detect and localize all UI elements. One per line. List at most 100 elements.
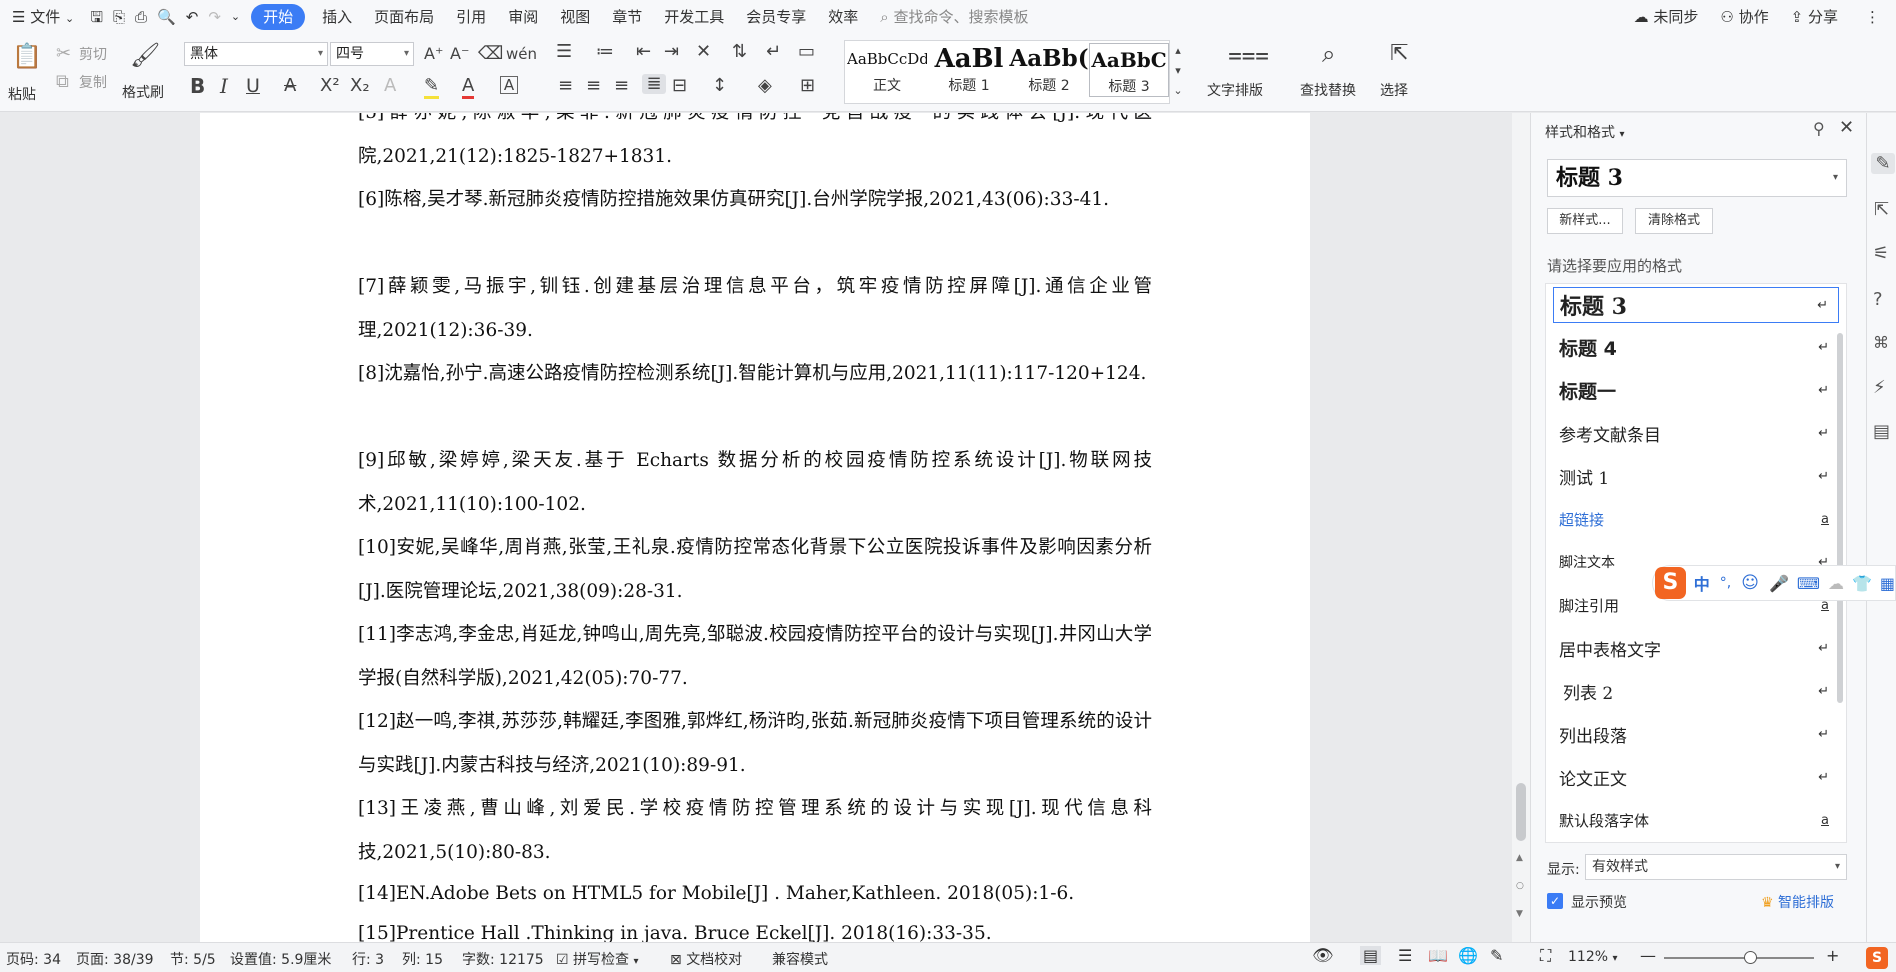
decrease-indent-icon[interactable]: ⇤: [636, 42, 651, 62]
style-item-hyperlink[interactable]: 超链接 a: [1553, 501, 1839, 537]
style-item-thesis-body[interactable]: 论文正文 ↵: [1553, 759, 1839, 795]
format-painter-button[interactable]: 格式刷: [122, 82, 164, 102]
numbered-list-icon[interactable]: ≔: [596, 42, 614, 62]
adjust-icon[interactable]: ⚟: [1873, 243, 1889, 264]
font-name-select[interactable]: 黑体 ▾: [184, 42, 328, 66]
translate-icon[interactable]: ⌘: [1873, 333, 1889, 352]
align-center-icon[interactable]: ≡: [586, 76, 601, 96]
wps-logo-icon[interactable]: S: [1866, 947, 1888, 969]
subscript-icon[interactable]: X₂: [350, 76, 370, 96]
clear-format-button[interactable]: 清除格式: [1635, 208, 1713, 234]
strikethrough-icon[interactable]: A: [284, 76, 296, 96]
save-icon[interactable]: 🖫: [85, 0, 108, 34]
tab-page-layout[interactable]: 页面布局: [363, 0, 445, 34]
voice-icon[interactable]: 🎤: [1769, 574, 1789, 593]
emoji-icon[interactable]: ☺: [1741, 573, 1759, 593]
select-button[interactable]: 选择: [1380, 80, 1408, 100]
read-view-icon[interactable]: 📖: [1428, 946, 1448, 965]
reference-entry[interactable]: [13]王凌燕,曹山峰,刘爱民.学校疫情防控管理系统的设计与实现[J].现代信息…: [358, 787, 1152, 875]
skin-icon[interactable]: ☁: [1828, 574, 1844, 593]
borders-icon[interactable]: ⊞: [800, 76, 815, 96]
bold-icon[interactable]: B: [190, 76, 205, 96]
document-page[interactable]: [5]薛亦妮,陈淑华,梁菲.新冠肺炎疫情防控“党旨战疫”的实践体会[J].现代医…: [200, 113, 1310, 942]
style-heading2[interactable]: AaBb( 标题 2: [1009, 43, 1089, 97]
find-replace-icon[interactable]: ⌕: [1322, 40, 1335, 68]
tab-efficiency[interactable]: 效率: [817, 0, 869, 34]
pin-icon[interactable]: ⚲: [1813, 119, 1825, 138]
style-item-heading3[interactable]: 标题 3 ↵: [1553, 287, 1839, 323]
ime-mode[interactable]: 中: [1694, 571, 1710, 595]
outline-view-icon[interactable]: ☰: [1398, 946, 1412, 965]
zoom-slider[interactable]: [1664, 951, 1814, 964]
page-view-icon[interactable]: ▤: [1360, 946, 1382, 965]
tab-developer[interactable]: 开发工具: [653, 0, 735, 34]
vertical-scrollbar[interactable]: ▲ ○ ▼: [1512, 113, 1530, 942]
tab-insert[interactable]: 插入: [311, 0, 363, 34]
doc-proof-button[interactable]: ⊠ 文档校对: [670, 949, 742, 969]
copy-icon[interactable]: ⧉: [56, 72, 69, 92]
font-color-icon[interactable]: A: [462, 76, 475, 99]
style-item-heading4[interactable]: 标题 4 ↵: [1553, 329, 1839, 365]
reference-entry[interactable]: [5]薛亦妮,陈淑华,梁菲.新冠肺炎疫情防控“党旨战疫”的实践体会[J].现代医…: [358, 113, 1152, 179]
more-icon[interactable]: ⋮: [1849, 0, 1896, 34]
status-line[interactable]: 行: 3: [352, 949, 384, 969]
next-page-icon[interactable]: ▼: [1516, 909, 1523, 919]
distribute-icon[interactable]: ⊟: [672, 76, 687, 96]
bullet-list-icon[interactable]: ☰: [556, 42, 572, 62]
collab-button[interactable]: ⚇ 协作: [1709, 0, 1779, 34]
zoom-slider-handle[interactable]: [1744, 951, 1757, 964]
table-lines-icon[interactable]: ▭: [798, 42, 815, 62]
customize-icon[interactable]: ⌄: [226, 0, 245, 34]
format-painter-icon[interactable]: 🖌: [130, 40, 160, 70]
command-search[interactable]: ⌕ 查找命令、搜索模板: [869, 0, 1039, 34]
reference-entry[interactable]: [7]薛颖雯,马振宇,钏钰.创建基层治理信息平台，筑牢疫情防控屏障[J].通信企…: [358, 265, 1152, 353]
spell-check-button[interactable]: ☑ 拼写检查 ▾: [556, 949, 639, 969]
superscript-icon[interactable]: X²: [320, 76, 340, 96]
reading-icon[interactable]: ▤: [1873, 421, 1890, 442]
style-item-centered-table[interactable]: 居中表格文字 ↵: [1553, 630, 1839, 666]
phonetic-icon[interactable]: wén: [506, 44, 537, 64]
tab-view[interactable]: 视图: [549, 0, 601, 34]
select-icon[interactable]: ⇱: [1390, 40, 1408, 68]
tab-chapter[interactable]: 章节: [601, 0, 653, 34]
redo-icon[interactable]: ↷: [203, 0, 226, 34]
reference-entry[interactable]: [8]沈嘉怡,孙宁.高速公路疫情防控检测系统[J].智能计算机与应用,2021,…: [358, 352, 1152, 396]
panel-title[interactable]: 样式和格式 ▾: [1545, 122, 1624, 142]
status-page[interactable]: 页面: 38/39: [76, 949, 154, 969]
status-page-code[interactable]: 页码: 34: [6, 949, 61, 969]
sort-icon[interactable]: ⇅: [732, 42, 747, 62]
help-icon[interactable]: ?: [1873, 289, 1883, 310]
sync-status[interactable]: ☁ 未同步: [1623, 0, 1710, 34]
punctuation-icon[interactable]: °,: [1720, 575, 1731, 591]
grid-menu-icon[interactable]: ▦: [1880, 574, 1895, 593]
zoom-level[interactable]: 112% ▾: [1568, 949, 1618, 965]
justify-icon[interactable]: ≣: [642, 74, 666, 94]
line-spacing-icon[interactable]: ↕: [712, 76, 727, 96]
pointer-icon[interactable]: ⇱: [1874, 199, 1889, 220]
share-button[interactable]: ⇪ 分享: [1780, 0, 1849, 34]
reference-entry[interactable]: [14]EN.Adobe Bets on HTML5 for Mobile[J]…: [358, 874, 1152, 914]
new-style-button[interactable]: 新样式...: [1547, 208, 1623, 234]
align-right-icon[interactable]: ≡: [614, 76, 629, 96]
style-heading1[interactable]: AaBl 标题 1: [929, 43, 1009, 97]
ime-logo-icon[interactable]: S: [1655, 567, 1686, 599]
tab-member[interactable]: 会员专享: [735, 0, 817, 34]
style-heading3[interactable]: AaBbC 标题 3: [1089, 43, 1169, 97]
italic-icon[interactable]: I: [220, 76, 228, 96]
page-select-icon[interactable]: ○: [1516, 881, 1524, 891]
show-marks-icon[interactable]: ↵: [766, 42, 781, 62]
print-preview-icon[interactable]: 🔍: [152, 0, 181, 34]
style-item-test1[interactable]: 测试 1 ↵: [1553, 458, 1839, 494]
align-left-icon[interactable]: ≡: [558, 76, 573, 96]
zoom-out-button[interactable]: —: [1640, 946, 1656, 965]
style-item-list-paragraph[interactable]: 列出段落 ↵: [1553, 716, 1839, 752]
reference-entry[interactable]: [15]Prentice Hall .Thinking in java. Bru…: [358, 914, 1152, 942]
paste-button[interactable]: 粘贴: [8, 84, 36, 104]
undo-icon[interactable]: ↶: [181, 0, 204, 34]
text-layout-icon[interactable]: ⩶: [1228, 40, 1269, 68]
export-icon[interactable]: ⎘: [108, 0, 130, 34]
gallery-scroll-icon[interactable]: ▴ ▾ ⌄: [1171, 41, 1185, 101]
shirt-icon[interactable]: 👕: [1852, 574, 1872, 593]
text-effect-icon[interactable]: A: [384, 76, 396, 96]
prev-page-icon[interactable]: ▲: [1516, 853, 1523, 863]
